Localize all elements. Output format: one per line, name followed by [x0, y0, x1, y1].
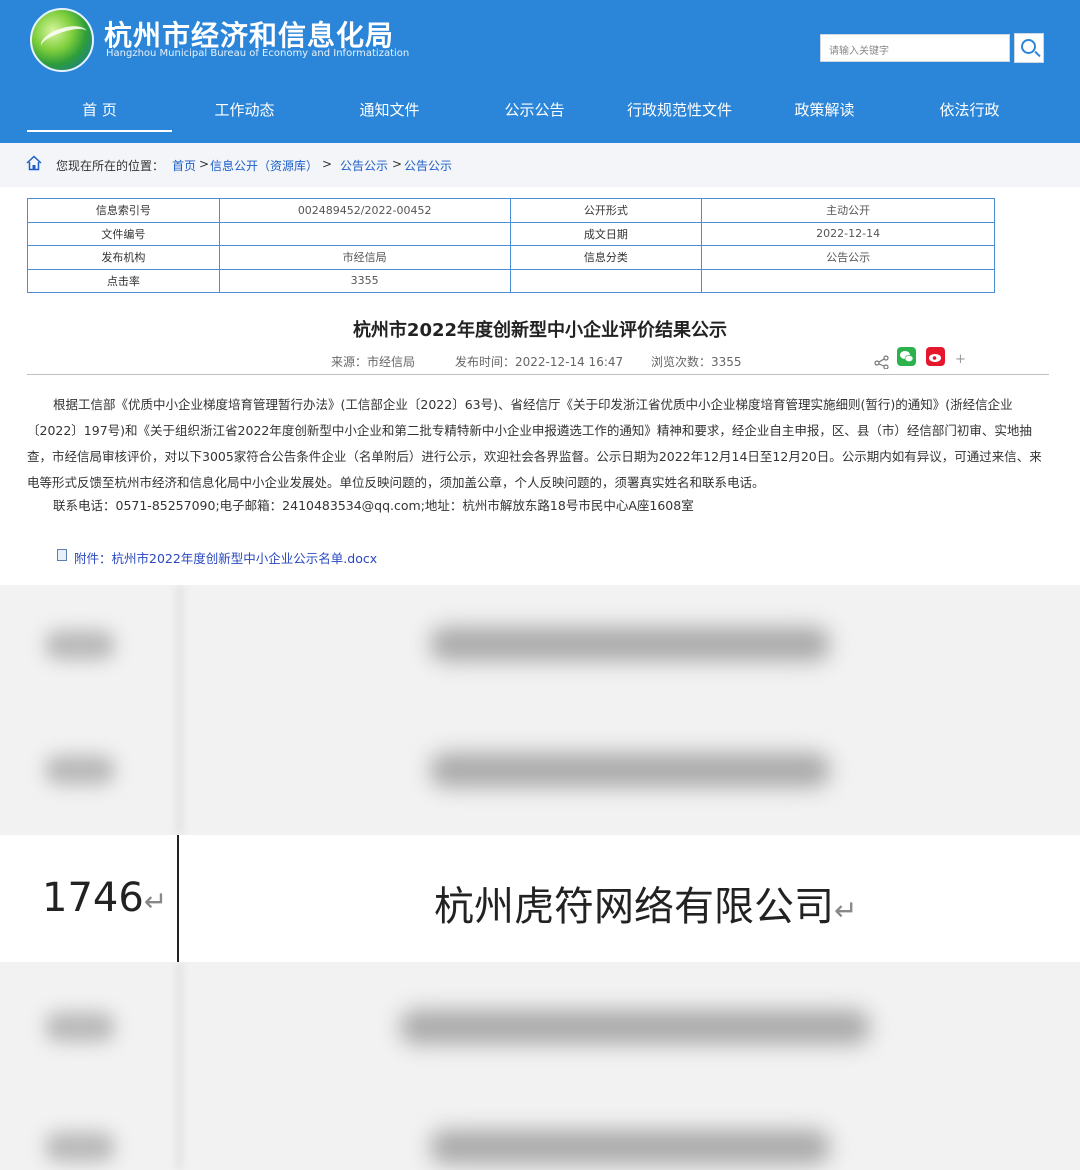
row-number: 1746↵: [42, 875, 167, 921]
nav-law[interactable]: 依法行政: [897, 90, 1042, 132]
table-cell-key: [509, 268, 703, 293]
table-row: 文件编号 成文日期 2022-12-14: [27, 221, 995, 246]
table-row: 发布机构 市经信局 信息分类 公告公示: [27, 245, 995, 270]
more-share-icon[interactable]: +: [955, 352, 966, 367]
table-cell-key: 信息索引号: [27, 198, 220, 223]
table-cell-value: 3355: [218, 268, 511, 293]
title-divider: [27, 374, 1049, 375]
return-mark: ↵: [143, 885, 168, 918]
table-row: 点击率 3355: [27, 268, 995, 293]
nav-regulations[interactable]: 行政规范性文件: [607, 90, 752, 132]
article-publish-time: 发布时间：2022-12-14 16:47: [455, 355, 624, 369]
table-cell-value: [218, 221, 511, 246]
table-cell-value: [701, 268, 995, 293]
nav-work-news[interactable]: 工作动态: [172, 90, 317, 132]
home-icon: [26, 155, 42, 171]
table-cell-value: 2022-12-14: [701, 221, 995, 246]
table-cell-key: 文件编号: [27, 221, 220, 246]
company-name: 杭州虎符网络有限公司↵: [434, 874, 857, 932]
breadcrumb-sep: >: [392, 157, 403, 171]
blurred-document-top: [0, 585, 1080, 835]
document-info-table: 信息索引号 002489452/2022-00452 公开形式 主动公开 文件编…: [27, 198, 995, 293]
breadcrumb-sep: >: [199, 157, 210, 171]
wechat-share-icon[interactable]: [897, 347, 916, 366]
article-views: 浏览次数：3355: [651, 355, 742, 369]
site-subtitle: Hangzhou Municipal Bureau of Economy and…: [106, 48, 410, 59]
table-cell-value: 市经信局: [218, 245, 511, 270]
weibo-share-icon[interactable]: [926, 347, 945, 366]
article-title: 杭州市2022年度创新型中小企业评价结果公示: [352, 320, 728, 341]
nav-notices[interactable]: 通知文件: [317, 90, 462, 132]
breadcrumb-announcements[interactable]: 公告公示: [340, 157, 388, 174]
return-mark: ↵: [834, 894, 858, 927]
table-cell-value: 公告公示: [701, 245, 995, 270]
company-name-text: 杭州虎符网络有限公司: [434, 884, 834, 930]
table-cell-value: 002489452/2022-00452: [218, 198, 511, 223]
table-cell-key: 发布机构: [27, 245, 220, 270]
site-header: 杭州市经济和信息化局 Hangzhou Municipal Bureau of …: [0, 0, 1080, 143]
article-contact: 联系电话：0571-85257090;电子邮箱：2410483534@qq.co…: [53, 498, 694, 513]
blurred-document-bottom: [0, 962, 1080, 1170]
breadcrumb-sep: >: [322, 157, 333, 171]
nav-home[interactable]: 首 页: [27, 90, 172, 132]
share-icon[interactable]: [874, 355, 890, 369]
article-source: 来源：市经信局: [331, 355, 416, 369]
table-cell-value: 主动公开: [701, 198, 995, 223]
document-icon: [57, 549, 67, 561]
table-cell-key: 公开形式: [509, 198, 703, 223]
column-divider: [177, 835, 179, 962]
article-body: 根据工信部《优质中小企业梯度培育管理暂行办法》(工信部企业〔2022〕63号)、…: [27, 397, 1042, 490]
nav-announcements[interactable]: 公示公告: [462, 90, 607, 132]
breadcrumb-prefix: 您现在所在的位置：: [56, 159, 165, 173]
breadcrumb-info-open[interactable]: 信息公开（资源库）: [210, 157, 318, 174]
search-input[interactable]: 请输入关键字: [820, 34, 1010, 62]
table-cell-key: 点击率: [27, 268, 220, 293]
main-nav: 首 页 工作动态 通知文件 公示公告 行政规范性文件 政策解读 依法行政: [0, 90, 1080, 134]
table-cell-key: 成文日期: [509, 221, 703, 246]
table-row: 信息索引号 002489452/2022-00452 公开形式 主动公开: [27, 198, 995, 223]
breadcrumb-current[interactable]: 公告公示: [404, 157, 452, 174]
breadcrumb-home[interactable]: 首页: [172, 157, 196, 174]
search-button[interactable]: [1014, 33, 1044, 63]
table-cell-key: 信息分类: [509, 245, 703, 270]
row-number-text: 1746: [42, 875, 144, 921]
attachment-link[interactable]: 附件：杭州市2022年度创新型中小企业公示名单.docx: [74, 548, 377, 567]
nav-policy[interactable]: 政策解读: [752, 90, 897, 132]
